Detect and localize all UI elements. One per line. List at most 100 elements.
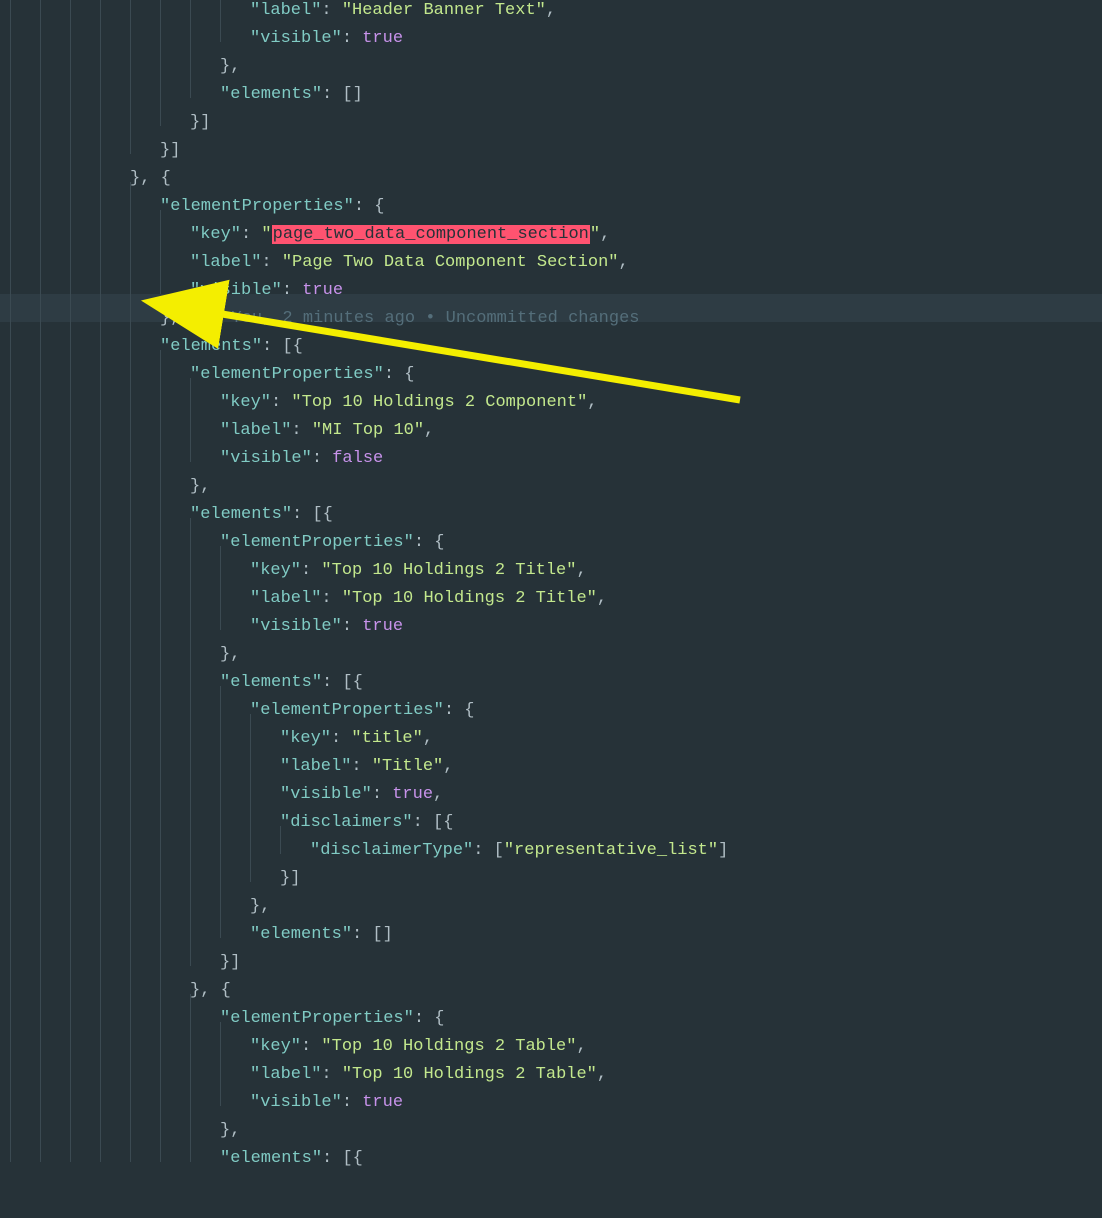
indent-guide — [40, 0, 70, 14]
indent-guide — [190, 378, 220, 406]
indent-guide — [40, 770, 70, 798]
code-line[interactable]: "visible": true — [0, 602, 1102, 630]
indent-guide — [160, 854, 190, 882]
indent-guide — [70, 826, 100, 854]
indent-guide — [100, 826, 130, 854]
indent-guide — [190, 546, 220, 574]
code-line[interactable]: "key": "Top 10 Holdings 2 Title", — [0, 546, 1102, 574]
indent-guide — [130, 630, 160, 658]
indent-guide — [160, 518, 190, 546]
code-line[interactable]: "visible": true, — [0, 770, 1102, 798]
indent-guide — [160, 210, 190, 238]
code-line[interactable]: "elements": [{ — [0, 658, 1102, 686]
indent-guide — [70, 742, 100, 770]
indent-guide — [70, 490, 100, 518]
indent-guide — [190, 70, 220, 98]
indent-guide — [10, 882, 40, 910]
indent-guide — [160, 406, 190, 434]
code-line[interactable]: "label": "Page Two Data Component Sectio… — [0, 238, 1102, 266]
code-line[interactable]: }, — [0, 42, 1102, 70]
indent-guide — [10, 602, 40, 630]
indent-guide — [10, 910, 40, 938]
indent-guide — [190, 1134, 220, 1162]
indent-guide — [10, 98, 40, 126]
code-line[interactable]: }] — [0, 98, 1102, 126]
code-line[interactable]: "disclaimerType": ["representative_list"… — [0, 826, 1102, 854]
indent-guide — [70, 938, 100, 966]
code-line[interactable]: "elementProperties": { — [0, 518, 1102, 546]
indent-guide — [40, 574, 70, 602]
code-line[interactable]: "key": "title", — [0, 714, 1102, 742]
indent-guide — [10, 182, 40, 210]
indent-guide — [190, 1022, 220, 1050]
indent-guide — [190, 798, 220, 826]
indent-guide — [100, 70, 130, 98]
indent-guide — [70, 714, 100, 742]
code-line[interactable]: "label": "Top 10 Holdings 2 Table", — [0, 1050, 1102, 1078]
code-line[interactable]: "key": "Top 10 Holdings 2 Component", — [0, 378, 1102, 406]
code-line[interactable]: "elements": [{ — [0, 490, 1102, 518]
indent-guide — [40, 70, 70, 98]
indent-guide — [100, 350, 130, 378]
code-line[interactable]: "label": "Title", — [0, 742, 1102, 770]
code-line[interactable]: }, — [0, 462, 1102, 490]
indent-guide — [40, 406, 70, 434]
code-line[interactable]: "elements": [{ — [0, 1134, 1102, 1162]
code-line[interactable]: "elementProperties": { — [0, 686, 1102, 714]
indent-guide — [70, 854, 100, 882]
indent-guide — [130, 910, 160, 938]
indent-guide — [40, 826, 70, 854]
code-line[interactable]: "key": "page_two_data_component_section"… — [0, 210, 1102, 238]
indent-guide — [130, 462, 160, 490]
indent-guide — [70, 462, 100, 490]
indent-guide — [220, 546, 250, 574]
code-line[interactable]: }] — [0, 126, 1102, 154]
indent-guide — [70, 238, 100, 266]
code-line[interactable]: "visible": true — [0, 1078, 1102, 1106]
code-line[interactable]: }, — [0, 630, 1102, 658]
indent-guide — [190, 406, 220, 434]
indent-guide — [100, 546, 130, 574]
code-line[interactable]: "elementProperties": { — [0, 994, 1102, 1022]
code-line[interactable]: "label": "Header Banner Text", — [0, 0, 1102, 14]
indent-guide — [70, 322, 100, 350]
indent-guide — [160, 770, 190, 798]
code-line[interactable]: "key": "Top 10 Holdings 2 Table", — [0, 1022, 1102, 1050]
indent-guide — [100, 42, 130, 70]
indent-guide — [70, 434, 100, 462]
indent-guide — [220, 826, 250, 854]
code-line[interactable]: }, You, 2 minutes ago • Uncommitted chan… — [0, 294, 1102, 322]
code-line[interactable]: }, — [0, 1106, 1102, 1134]
code-line[interactable]: "label": "Top 10 Holdings 2 Title", — [0, 574, 1102, 602]
code-line[interactable]: "visible": true — [0, 14, 1102, 42]
code-line[interactable]: "disclaimers": [{ — [0, 798, 1102, 826]
code-line[interactable]: "elements": [{ — [0, 322, 1102, 350]
code-editor[interactable]: "label": "Header Banner Text","visible":… — [0, 0, 1102, 1218]
indent-guide — [160, 910, 190, 938]
code-line[interactable]: }, { — [0, 966, 1102, 994]
code-line[interactable]: }] — [0, 854, 1102, 882]
code-line[interactable]: "visible": true — [0, 266, 1102, 294]
indent-guide — [40, 462, 70, 490]
indent-guide — [100, 490, 130, 518]
indent-guide — [70, 70, 100, 98]
indent-guide — [160, 1106, 190, 1134]
indent-guide — [130, 742, 160, 770]
code-line[interactable]: "label": "MI Top 10", — [0, 406, 1102, 434]
code-line[interactable]: }] — [0, 938, 1102, 966]
code-line[interactable]: "elements": [] — [0, 910, 1102, 938]
indent-guide — [70, 770, 100, 798]
indent-guide — [190, 630, 220, 658]
code-line[interactable]: "visible": false — [0, 434, 1102, 462]
code-line[interactable]: "elementProperties": { — [0, 182, 1102, 210]
indent-guide — [70, 1022, 100, 1050]
code-line[interactable]: "elements": [] — [0, 70, 1102, 98]
code-line[interactable]: }, { — [0, 154, 1102, 182]
indent-guide — [40, 602, 70, 630]
indent-guide — [100, 658, 130, 686]
indent-guide — [130, 378, 160, 406]
indent-guide — [70, 42, 100, 70]
code-line[interactable]: "elementProperties": { — [0, 350, 1102, 378]
indent-guide — [160, 42, 190, 70]
code-line[interactable]: }, — [0, 882, 1102, 910]
